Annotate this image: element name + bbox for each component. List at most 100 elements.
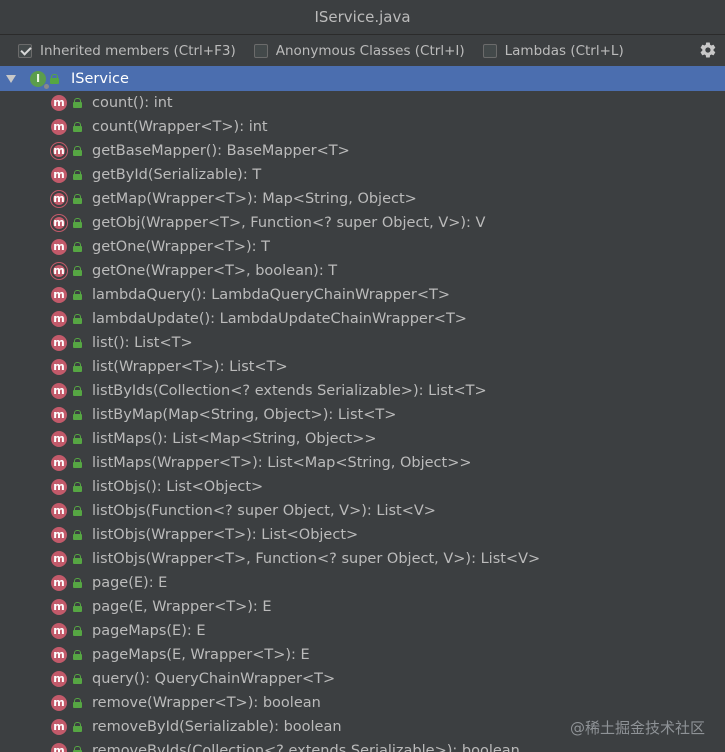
tree-member-row[interactable]: m listMaps(): List<Map<String, Object>> [0,427,725,451]
filter-toolbar: Inherited members (Ctrl+F3) Anonymous Cl… [0,35,725,66]
tree-member-row[interactable]: m listObjs(Wrapper<T>): List<Object> [0,523,725,547]
tree-member-row[interactable]: m list(Wrapper<T>): List<T> [0,355,725,379]
method-icon: m [51,431,67,447]
member-label: list(Wrapper<T>): List<T> [92,359,288,375]
tree-member-row[interactable]: m listObjs(): List<Object> [0,475,725,499]
method-icon: m [51,239,67,255]
public-lock-icon [73,458,82,468]
member-label: listObjs(Function<? super Object, V>): L… [92,503,436,519]
public-lock-icon [73,218,82,228]
window-title: IService.java [314,8,411,26]
method-icon: m [51,119,67,135]
member-label: count(): int [92,95,173,111]
lambdas-toggle[interactable]: Lambdas (Ctrl+L) [482,43,624,59]
inherited-members-checkbox[interactable] [18,43,32,58]
abstract-method-icon: m [51,143,67,159]
public-lock-icon [73,290,82,300]
method-icon: m [51,479,67,495]
tree-member-row[interactable]: m pageMaps(E): E [0,619,725,643]
method-icon: m [51,407,67,423]
member-label: query(): QueryChainWrapper<T> [92,671,336,687]
public-lock-icon [73,530,82,540]
tree-member-row[interactable]: m getMap(Wrapper<T>): Map<String, Object> [0,187,725,211]
tree-member-row[interactable]: m count(Wrapper<T>): int [0,115,725,139]
tree-member-row[interactable]: m listByIds(Collection<? extends Serializ… [0,379,725,403]
watermark: @稀土掘金技术社区 [569,719,705,737]
public-lock-icon [73,602,82,612]
public-lock-icon [73,98,82,108]
abstract-method-icon: m [51,191,67,207]
member-label: listObjs(Wrapper<T>): List<Object> [92,527,359,543]
method-icon: m [51,719,67,735]
tree-member-row[interactable]: m getOne(Wrapper<T>, boolean): T [0,259,725,283]
tree-member-row[interactable]: m removeByIds(Collection<? extends Serial… [0,739,725,752]
method-icon: m [51,503,67,519]
public-lock-icon [73,722,82,732]
method-icon: m [51,359,67,375]
member-label: pageMaps(E): E [92,623,206,639]
method-icon: m [51,287,67,303]
lambdas-checkbox[interactable] [482,43,497,58]
method-icon: m [51,95,67,111]
method-icon: m [51,167,67,183]
member-label: listMaps(): List<Map<String, Object>> [92,431,377,447]
method-icon: m [51,743,67,752]
tree-member-row[interactable]: m count(): int [0,91,725,115]
tree-root-iservice[interactable]: I IService [0,66,725,91]
member-label: listMaps(Wrapper<T>): List<Map<String, O… [92,455,472,471]
tree-member-row[interactable]: m getOne(Wrapper<T>): T [0,235,725,259]
public-lock-icon [73,674,82,684]
member-label: getById(Serializable): T [92,167,262,183]
tree-member-row[interactable]: m listObjs(Wrapper<T>, Function<? super O… [0,547,725,571]
member-label: count(Wrapper<T>): int [92,119,268,135]
tree-member-row[interactable]: m listObjs(Function<? super Object, V>): … [0,499,725,523]
tree-member-row[interactable]: m page(E, Wrapper<T>): E [0,595,725,619]
member-label: listByIds(Collection<? extends Serializa… [92,383,487,399]
tree-member-row[interactable]: m list(): List<T> [0,331,725,355]
tree-member-row[interactable]: m query(): QueryChainWrapper<T> [0,667,725,691]
anonymous-classes-checkbox[interactable] [253,43,268,58]
public-lock-icon [73,650,82,660]
member-label: getOne(Wrapper<T>): T [92,239,270,255]
gear-icon[interactable] [699,41,717,59]
tree-member-row[interactable]: m page(E): E [0,571,725,595]
member-label: listByMap(Map<String, Object>): List<T> [92,407,397,423]
public-lock-icon [73,242,82,252]
member-label: getOne(Wrapper<T>, boolean): T [92,263,338,279]
inherited-members-toggle[interactable]: Inherited members (Ctrl+F3) [18,43,236,59]
abstract-method-icon: m [51,215,67,231]
member-label: getObj(Wrapper<T>, Function<? super Obje… [92,215,486,231]
tree-member-row[interactable]: m listMaps(Wrapper<T>): List<Map<String, … [0,451,725,475]
member-label: removeById(Serializable): boolean [92,719,342,735]
tree-member-row[interactable]: m lambdaQuery(): LambdaQueryChainWrapper<… [0,283,725,307]
public-lock-icon [73,626,82,636]
public-lock-icon [73,386,82,396]
structure-tree: I IService m count(): int m count(Wrapper<T… [0,66,725,752]
expand-arrow-icon[interactable] [6,74,16,83]
tree-member-row[interactable]: m getById(Serializable): T [0,163,725,187]
method-icon: m [51,575,67,591]
member-label: page(E): E [92,575,168,591]
public-lock-icon [73,122,82,132]
member-label: page(E, Wrapper<T>): E [92,599,272,615]
public-lock-icon [73,410,82,420]
tree-member-row[interactable]: m remove(Wrapper<T>): boolean [0,691,725,715]
tree-member-row[interactable]: m lambdaUpdate(): LambdaUpdateChainWrappe… [0,307,725,331]
method-icon: m [51,671,67,687]
method-icon: m [51,335,67,351]
tree-member-row[interactable]: m getBaseMapper(): BaseMapper<T> [0,139,725,163]
tree-member-row[interactable]: m pageMaps(E, Wrapper<T>): E [0,643,725,667]
tree-member-row[interactable]: m getObj(Wrapper<T>, Function<? super Obj… [0,211,725,235]
anonymous-classes-toggle[interactable]: Anonymous Classes (Ctrl+I) [253,43,465,59]
method-icon: m [51,527,67,543]
method-icon: m [51,455,67,471]
tree-member-row[interactable]: m listByMap(Map<String, Object>): List<T> [0,403,725,427]
member-list: m count(): int m count(Wrapper<T>): int m get… [0,91,725,752]
member-label: lambdaQuery(): LambdaQueryChainWrapper<T… [92,287,451,303]
public-lock-icon [73,362,82,372]
tree-root-label: IService [71,70,129,87]
member-label: remove(Wrapper<T>): boolean [92,695,321,711]
method-icon: m [51,695,67,711]
member-label: pageMaps(E, Wrapper<T>): E [92,647,310,663]
public-lock-icon [73,434,82,444]
